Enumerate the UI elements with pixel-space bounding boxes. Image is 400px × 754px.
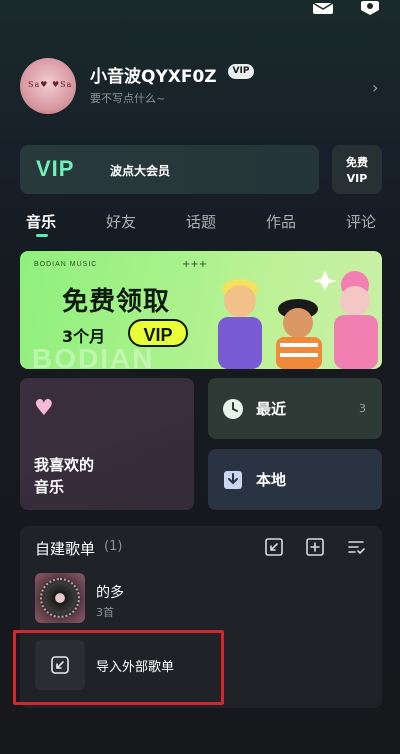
favorite-music-label-line1: 我喜欢的	[34, 456, 95, 474]
playlists-count: (1)	[104, 539, 123, 554]
tab-topics[interactable]: 话题	[186, 211, 216, 232]
playlists-title: 自建歌单	[35, 540, 96, 558]
local-card[interactable]: 本地	[208, 449, 382, 510]
chevron-right-icon[interactable]: ›	[372, 78, 378, 97]
vip-subtitle: 波点大会员	[110, 164, 171, 178]
promo-banner[interactable]: BODIAN MUSIC +++ 免费领取 3个月 VIP BODIAN	[20, 251, 382, 369]
tab-friends[interactable]: 好友	[106, 211, 136, 232]
recent-count: 3	[359, 402, 366, 415]
promo-brand: BODIAN MUSIC	[34, 261, 98, 268]
promo-title: 免费领取	[62, 287, 171, 317]
favorite-music-label-line2: 音乐	[34, 478, 65, 496]
favorite-music-card[interactable]: ♥ 我喜欢的 音乐	[20, 378, 194, 510]
recent-label: 最近	[256, 400, 287, 418]
playlist-cover-disc	[40, 578, 80, 618]
local-label: 本地	[256, 471, 287, 489]
avatar-decoration: Sa♥ ♥Sa	[28, 80, 73, 89]
free-vip-line1: 免费	[346, 156, 368, 169]
favorite-music-label: 我喜欢的 音乐	[34, 454, 134, 498]
playlist-track-count: 3首	[96, 606, 114, 619]
playlist-name[interactable]: 的多	[96, 582, 124, 602]
tab-music[interactable]: 音乐	[26, 211, 56, 232]
manage-list-icon[interactable]	[346, 537, 366, 557]
settings-icon[interactable]	[360, 0, 382, 18]
import-external-playlist-label[interactable]: 导入外部歌单	[96, 656, 174, 675]
import-external-icon	[51, 656, 69, 674]
playlist-cover[interactable]	[35, 573, 85, 623]
username[interactable]: 小音波QYXF0Z	[90, 62, 217, 87]
tab-works[interactable]: 作品	[266, 211, 296, 232]
promo-watermark: BODIAN	[32, 343, 155, 369]
vip-badge: VIP	[228, 64, 254, 79]
vip-membership-banner[interactable]: VIP 波点大会员	[20, 145, 319, 194]
free-vip-button[interactable]: 免费 VIP	[332, 145, 382, 194]
import-icon[interactable]	[264, 537, 284, 557]
tab-active-indicator	[36, 234, 48, 237]
add-playlist-icon[interactable]	[305, 537, 325, 557]
heart-icon: ♥	[34, 396, 54, 421]
signature[interactable]: 要不写点什么~	[90, 90, 165, 106]
download-icon	[224, 471, 242, 489]
promo-illustration	[218, 271, 378, 369]
mail-icon[interactable]	[312, 0, 334, 18]
vip-logo: VIP	[36, 156, 75, 181]
clock-icon	[223, 399, 243, 419]
recent-card[interactable]: 最近 3	[208, 378, 382, 439]
tab-comments[interactable]: 评论	[346, 211, 376, 232]
import-external-playlist-button[interactable]	[35, 640, 85, 690]
avatar[interactable]: Sa♥ ♥Sa	[20, 58, 76, 114]
free-vip-line2: VIP	[346, 172, 368, 185]
